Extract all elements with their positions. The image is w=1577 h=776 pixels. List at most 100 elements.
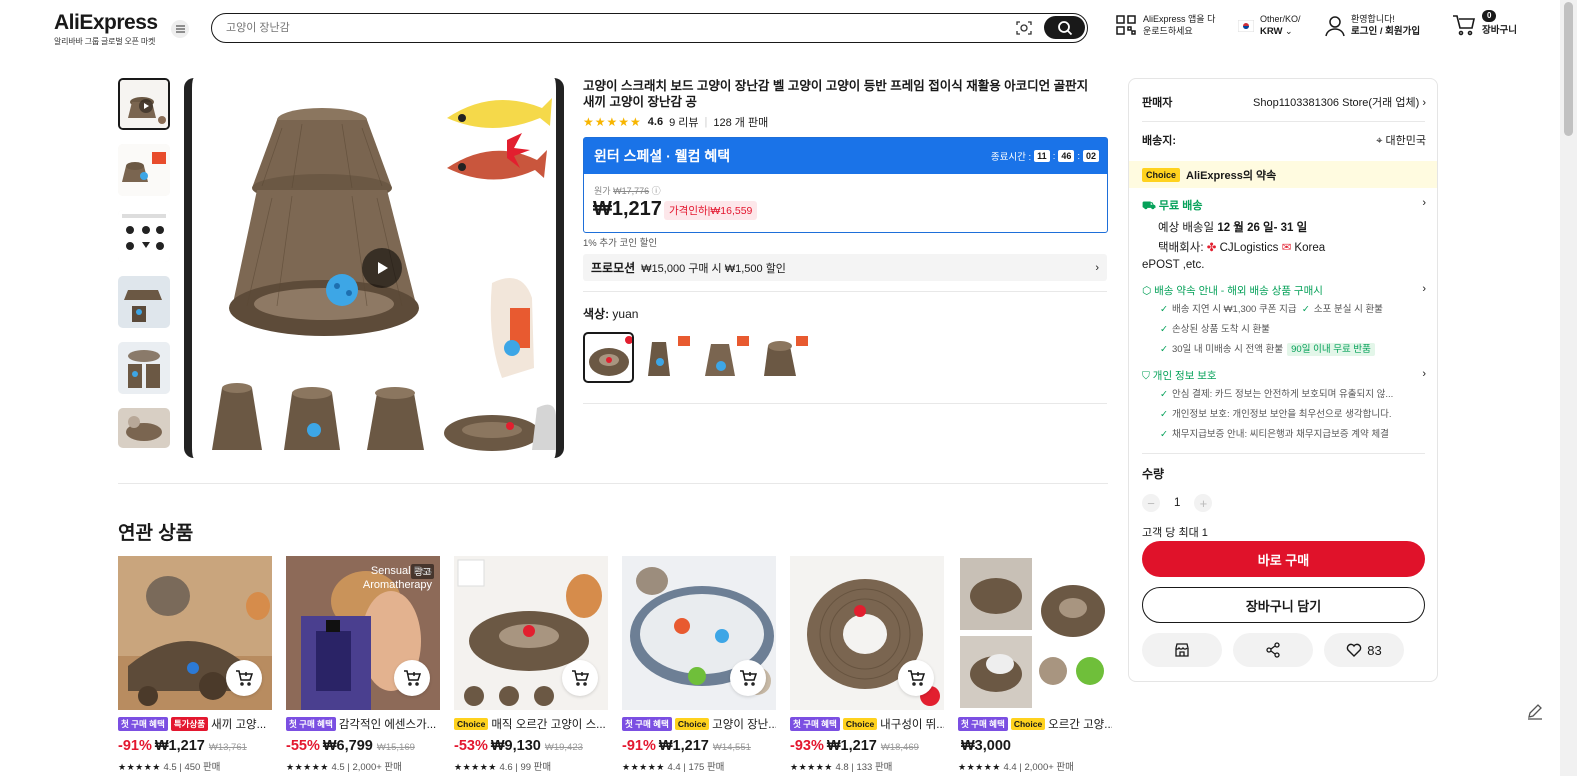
card-price: -91% ₩1,217 ₩14,551 (622, 738, 776, 754)
card-title: 첫 구매 혜택 특가상품 새끼 고양... (118, 716, 272, 732)
search-button[interactable] (1044, 16, 1085, 39)
search-bar (211, 13, 1088, 43)
quantity-value[interactable]: 1 (1174, 497, 1180, 509)
rating-stars: ★★★★★ (583, 115, 642, 129)
card-name: 새끼 고양... (211, 719, 267, 731)
cart-link[interactable]: 0 장바구니 (1452, 10, 1517, 37)
seller-row[interactable]: 판매자 Shop1103381306 Store(거래 업체) › (1142, 94, 1426, 110)
region-line-1: Other/KO/ (1260, 14, 1301, 24)
product-card[interactable]: 첫 구매 혜택 Choice 내구성이 뛰... -93% ₩1,217 ₩18,46… (790, 556, 944, 773)
info-icon[interactable]: ⓘ (652, 186, 661, 196)
rating: 4.4 (667, 762, 681, 773)
product-image[interactable] (790, 556, 944, 710)
play-video-icon[interactable] (362, 248, 402, 288)
increase-button[interactable]: + (1194, 494, 1213, 512)
product-image[interactable] (622, 556, 776, 710)
sold-count: 128 개 판매 (713, 117, 769, 129)
main-product-image[interactable] (184, 78, 564, 458)
account-menu[interactable]: 환영합니다! 로그인 / 회원가입 (1325, 13, 1420, 38)
first-purchase-tag: 첫 구매 혜택 (958, 717, 1008, 731)
card-price: -53% ₩9,130 ₩19,423 (454, 738, 608, 754)
aliexpress-logo[interactable]: AliExpress 알리바바 그룹 글로벌 오픈 마켓 (54, 11, 158, 47)
card-meta: ★★★★★ 4.5 | 450 판매 (118, 762, 221, 773)
product-card[interactable]: 첫 구매 혜택 Choice 고양이 장난... -91% ₩1,217 ₩14,55… (622, 556, 776, 773)
swatch-3[interactable] (701, 332, 752, 383)
ship-to-row[interactable]: 배송지: ⌖ 대한민국 (1142, 132, 1426, 148)
quantity-stepper: − 1 + (1142, 494, 1213, 512)
rating-stars: ★★★★★ (958, 762, 1001, 772)
add-to-cart-button[interactable]: 장바구니 담기 (1142, 587, 1425, 623)
product-card[interactable]: Choice 매직 오르간 고양이 스... -53% ₩9,130 ₩19,423… (454, 556, 608, 773)
product-image[interactable] (454, 556, 608, 710)
delivery-promise-block[interactable]: ⬡ 배송 약속 안내 - 해외 배송 상품 구매시 › ✓ 배송 지연 시 ₩1,… (1142, 283, 1426, 360)
product-image[interactable] (958, 556, 1112, 710)
korea-flag-icon (1238, 19, 1254, 32)
scrollbar[interactable] (1560, 0, 1577, 776)
swatch-4[interactable] (760, 332, 811, 383)
ad-badge: 광고 (411, 564, 434, 579)
card-price: -91% ₩1,217 ₩13,761 (118, 738, 272, 754)
promo-header: 윈터 스페셜 · 웰컴 혜택 종료시간 : 11: 46: 02 (584, 138, 1107, 174)
product-card[interactable]: Sensual Ess Aromatherapy 광고 첫 구매 혜택 감각적인 에… (286, 556, 440, 773)
thumbnail-6[interactable] (118, 408, 170, 448)
add-to-cart-icon[interactable] (562, 660, 598, 696)
region-selector[interactable]: Other/KO/KRW ⌄ (1238, 13, 1301, 38)
separator: | (704, 116, 708, 128)
search-input[interactable] (226, 19, 1006, 37)
seller-name[interactable]: Shop1103381306 Store(거래 업체) (1253, 97, 1419, 109)
feedback-edit-icon[interactable] (1524, 700, 1546, 722)
store-icon (1175, 643, 1189, 657)
swatch-1[interactable] (583, 332, 634, 383)
card-title: Choice 매직 오르간 고양이 스... (454, 716, 608, 732)
add-to-cart-icon[interactable] (730, 660, 766, 696)
privacy-list: ✓ 안심 결제: 카드 정보는 안전하게 보호되며 유출되지 않... ✓ 개인정보… (1142, 385, 1426, 445)
menu-icon[interactable] (171, 20, 189, 38)
promotion-text: ₩15,000 구매 시 ₩1,500 할인 (641, 262, 786, 275)
timer-minutes: 46 (1058, 150, 1075, 162)
thumbnail-4[interactable] (118, 276, 170, 328)
decrease-button[interactable]: − (1142, 494, 1160, 512)
product-card[interactable]: 첫 구매 혜택 Choice 오르간 고양... ₩3,000 ★★★★★ 4.4 … (958, 556, 1112, 773)
promotion-row[interactable]: 프로모션 ₩15,000 구매 시 ₩1,500 할인 › (583, 254, 1107, 281)
card-meta: ★★★★★ 4.4 | 175 판매 (622, 762, 725, 773)
thumbnail-2[interactable] (118, 144, 170, 196)
review-count[interactable]: 9 리뷰 (669, 114, 698, 130)
app-line-2: 운로드하세요 (1143, 26, 1193, 36)
camera-search-icon[interactable] (1015, 19, 1033, 37)
swatch-2[interactable] (642, 332, 693, 383)
rating-row[interactable]: ★★★★★ 4.6 9 리뷰 | 128 개 판매 (583, 114, 768, 130)
product-card[interactable]: 첫 구매 혜택 특가상품 새끼 고양... -91% ₩1,217 ₩13,761 ★… (118, 556, 272, 773)
current-price: ₩1,217 (593, 198, 662, 220)
add-to-cart-icon[interactable] (226, 660, 262, 696)
login-signup-link[interactable]: 로그인 / 회원가입 (1351, 26, 1420, 37)
chevron-right-icon: › (1422, 283, 1426, 295)
thumbnail-3[interactable] (118, 210, 170, 262)
epost-logo-icon: ✉ (1281, 242, 1292, 254)
shield-icon: ⛉ (1142, 370, 1150, 382)
color-label: 색상: yuan (583, 305, 638, 322)
scrollbar-thumb[interactable] (1564, 2, 1573, 136)
product-image[interactable]: Sensual Ess Aromatherapy 광고 (286, 556, 440, 710)
wishlist-button[interactable]: 83 (1324, 633, 1404, 667)
free-shipping-block[interactable]: ⛟ 무료 배송 › 예상 배송일 12 월 26 일- 31 일 택배회사: ✤… (1142, 197, 1426, 274)
card-title: 첫 구매 혜택 Choice 고양이 장난... (622, 716, 776, 732)
thumbnail-5[interactable] (118, 342, 170, 394)
cj-logo-icon: ✤ (1206, 242, 1217, 254)
add-to-cart-icon[interactable] (898, 660, 934, 696)
store-button[interactable] (1142, 633, 1222, 667)
privacy-block[interactable]: ⛉ 개인 정보 보호 › ✓ 안심 결제: 카드 정보는 안전하게 보호되며 유출… (1142, 368, 1426, 445)
share-button[interactable] (1233, 633, 1313, 667)
buy-now-button[interactable]: 바로 구매 (1142, 541, 1425, 577)
product-image[interactable] (118, 556, 272, 710)
thumbnail-video[interactable] (118, 78, 170, 130)
check-icon: ✓ (1160, 389, 1168, 400)
add-to-cart-icon[interactable] (394, 660, 430, 696)
orig-price: ₩18,469 (880, 742, 919, 753)
sold: 133 판매 (856, 762, 893, 773)
original-price: 원가 ₩17,776 ⓘ (594, 184, 661, 197)
discount: -55% (286, 738, 320, 754)
app-download[interactable]: AliExpress 앱을 다 운로드하세요 (1115, 13, 1215, 37)
currency-label: KRW (1260, 26, 1283, 37)
ad-text-2: Aromatherapy (362, 579, 432, 591)
shield-box-icon: ⬡ (1142, 285, 1152, 297)
